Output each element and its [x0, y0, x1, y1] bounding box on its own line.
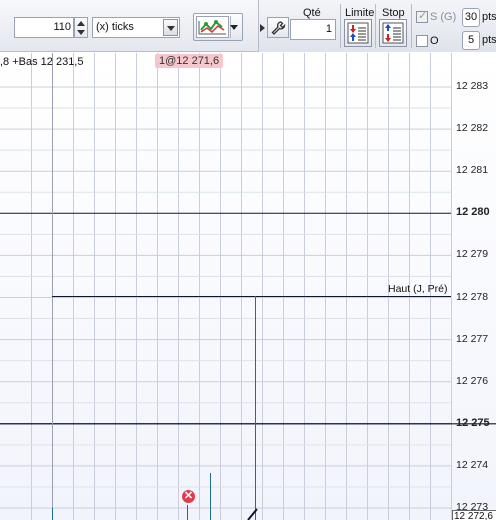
pts-top-label: pts — [482, 11, 496, 23]
o-checkbox[interactable] — [416, 35, 428, 47]
price-chart[interactable]: ,8 +Bas 12 231,5 1@12 271,6 12 283 12 282… — [0, 53, 496, 520]
price-axis-label: 12 281 — [456, 164, 489, 177]
divider — [375, 4, 376, 48]
limit-order-button[interactable] — [344, 19, 372, 47]
sg-label: S (G) — [430, 11, 457, 23]
pts-bottom-input[interactable]: 5 — [462, 31, 480, 50]
order-panel: Qté 1 Limite Stop ✓ S (G) O 30 pts 5 pts — [258, 0, 496, 52]
limit-label: Limite — [345, 7, 375, 19]
current-price-label: 12 272,6 — [452, 510, 496, 520]
divider — [340, 4, 341, 48]
pts-top-input[interactable]: 30 — [462, 8, 480, 27]
price-axis-label: 12 276 — [456, 374, 489, 387]
price-axis-label: 12 278 — [456, 290, 489, 303]
ticks-count-stepper[interactable] — [74, 17, 88, 38]
toolbar: 110 (x) ticks Qté 1 Limite Stop ✓ S (G) … — [0, 0, 496, 52]
chart-settings-bar: 110 (x) ticks — [0, 0, 258, 52]
collapse-arrow-icon[interactable] — [260, 24, 265, 32]
divider — [411, 4, 412, 48]
price-axis-label: 12 280 — [456, 206, 490, 219]
previous-day-high-label: Haut (J, Pré) — [388, 283, 448, 295]
price-axis-label: 12 279 — [456, 248, 489, 261]
quantity-input[interactable]: 1 — [290, 19, 336, 40]
stop-order-icon — [382, 22, 404, 44]
indicators-button[interactable] — [193, 13, 243, 41]
sg-checkbox[interactable] — [416, 9, 428, 23]
stop-order-button[interactable] — [379, 19, 407, 47]
pts-bottom-label: pts — [482, 34, 496, 46]
quantity-label: Qté — [303, 7, 321, 19]
price-axis-label: 12 274 — [456, 458, 489, 471]
trade-badge[interactable]: 1@12 271,6 — [155, 54, 224, 68]
stop-label: Stop — [382, 7, 405, 19]
price-axis-label: 12 275 — [456, 416, 490, 429]
info-text: ,8 +Bas 12 231,5 — [0, 56, 84, 68]
ticks-count-input[interactable]: 110 — [14, 17, 74, 38]
o-label: O — [430, 35, 439, 47]
settings-button[interactable] — [267, 17, 289, 38]
price-axis-label: 12 283 — [456, 80, 489, 92]
price-axis-label: 12 277 — [456, 332, 489, 345]
trading-window: 110 (x) ticks Qté 1 Limite Stop ✓ S (G) … — [0, 0, 496, 520]
wrench-icon — [271, 21, 286, 35]
bar-unit-select[interactable]: (x) ticks — [92, 17, 180, 38]
close-order-icon[interactable]: ✕ — [182, 490, 195, 503]
bar-unit-value: (x) ticks — [96, 21, 134, 33]
spin-up-icon[interactable] — [77, 21, 85, 26]
chevron-down-icon[interactable] — [230, 25, 238, 30]
spin-down-icon[interactable] — [77, 30, 85, 35]
chevron-down-icon[interactable] — [163, 19, 178, 36]
price-axis-label: 12 282 — [456, 122, 489, 135]
chart-indicator-icon — [196, 16, 229, 38]
limit-order-icon — [347, 22, 369, 44]
